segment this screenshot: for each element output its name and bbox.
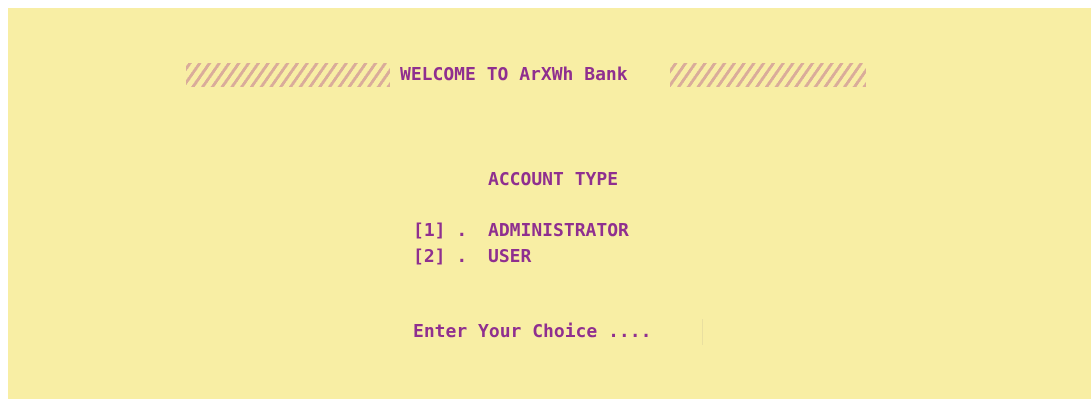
choice-prompt: Enter Your Choice .... xyxy=(413,321,652,342)
menu-option-label: USER xyxy=(488,246,532,267)
console-window: WELCOME TO ArXWh Bank ACCOUNT TYPE [1] .… xyxy=(8,8,1091,399)
menu-option-key: [2] . xyxy=(413,246,468,267)
banner-title: WELCOME TO ArXWh Bank xyxy=(400,64,628,85)
menu-option-key: [1] . xyxy=(413,220,468,241)
account-type-heading: ACCOUNT TYPE xyxy=(488,169,619,190)
input-cursor[interactable] xyxy=(702,319,703,345)
welcome-banner: WELCOME TO ArXWh Bank xyxy=(186,62,866,88)
menu-option-label: ADMINISTRATOR xyxy=(488,220,629,241)
banner-hatch-left xyxy=(186,63,390,87)
banner-hatch-right xyxy=(670,63,866,87)
